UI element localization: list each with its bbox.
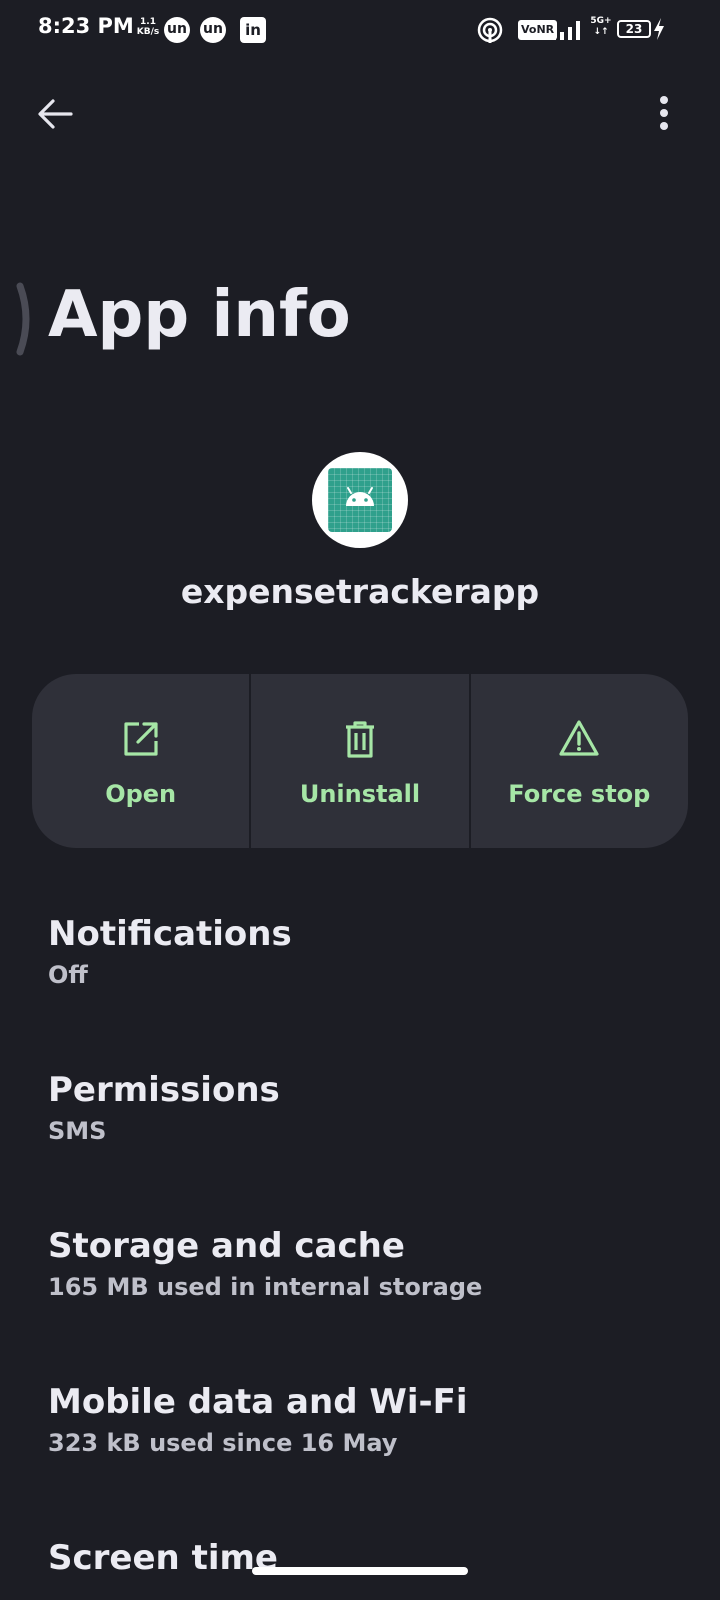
linkedin-icon: in — [240, 17, 266, 43]
android-icon — [346, 487, 374, 506]
force-stop-button[interactable]: Force stop — [470, 674, 688, 848]
page-title: App info — [48, 278, 351, 352]
storage-setting[interactable]: Storage and cache 165 MB used in interna… — [48, 1226, 668, 1304]
setting-subtitle: Off — [48, 961, 88, 989]
warning-icon — [559, 720, 599, 756]
more-vert-icon — [660, 96, 668, 130]
home-gesture-bar[interactable] — [252, 1567, 468, 1575]
setting-subtitle: 165 MB used in internal storage — [48, 1273, 483, 1301]
network-type: 5G+ ↓↑ — [590, 16, 612, 37]
setting-title: Notifications — [48, 914, 292, 954]
charging-icon — [654, 18, 664, 40]
app-actions: Open Uninstall Force stop — [32, 674, 688, 848]
back-arrow-icon — [38, 99, 73, 129]
force-stop-label: Force stop — [508, 780, 651, 808]
back-button[interactable] — [31, 90, 79, 138]
open-external-icon — [124, 722, 158, 756]
battery-icon: 23 — [617, 20, 651, 38]
status-time: 8:23 PM — [38, 14, 134, 38]
notifications-setting[interactable]: Notifications Off — [48, 914, 668, 992]
setting-title: Permissions — [48, 1070, 280, 1110]
back-gesture-hint-icon — [16, 282, 30, 356]
signal-strength-icon — [552, 21, 580, 40]
hotspot-icon — [477, 17, 503, 43]
app-icon — [312, 452, 408, 548]
app-name: expensetrackerapp — [180, 572, 540, 611]
permissions-setting[interactable]: Permissions SMS — [48, 1070, 668, 1148]
open-button[interactable]: Open — [32, 674, 250, 848]
setting-title: Storage and cache — [48, 1226, 405, 1266]
network-speed: 1.1 KB/s — [136, 17, 160, 37]
open-label: Open — [105, 780, 177, 808]
setting-subtitle: 323 kB used since 16 May — [48, 1429, 398, 1457]
status-bar: 8:23 PM 1.1 KB/s un un in VoNR 5G+ ↓↑ 23 — [0, 0, 720, 62]
unstop-notification-icon: un — [200, 17, 226, 43]
uninstall-button[interactable]: Uninstall — [251, 674, 469, 848]
trash-icon — [345, 721, 374, 758]
unstop-notification-icon: un — [164, 17, 190, 43]
more-options-button[interactable] — [640, 90, 688, 138]
setting-subtitle: SMS — [48, 1117, 107, 1145]
mobile-data-setting[interactable]: Mobile data and Wi-Fi 323 kB used since … — [48, 1382, 668, 1460]
setting-title: Mobile data and Wi-Fi — [48, 1382, 468, 1422]
uninstall-label: Uninstall — [299, 780, 421, 808]
